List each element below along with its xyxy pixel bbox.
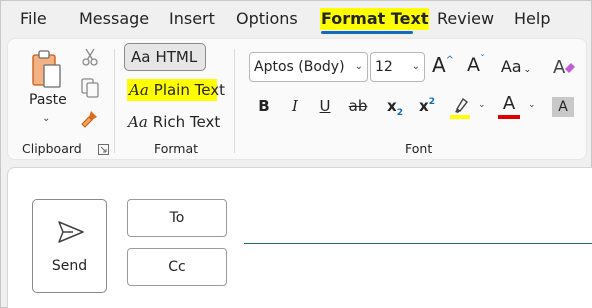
- send-icon: [58, 221, 84, 243]
- ribbon: Paste ⌄ Clipboard Aa HTML Aa Plain Text …: [7, 38, 587, 160]
- cut-icon[interactable]: [81, 47, 99, 67]
- format-rich-text-button[interactable]: Aa Rich Text: [128, 111, 220, 133]
- font-size-dropdown[interactable]: 12 ⌄: [370, 52, 425, 82]
- chevron-down-icon: ⌄: [411, 61, 420, 72]
- clipboard-group-label: Clipboard: [22, 141, 82, 156]
- font-color-icon: A: [502, 93, 516, 114]
- grow-font-button[interactable]: A^: [431, 55, 455, 80]
- chevron-down-icon[interactable]: ⌄: [478, 100, 486, 110]
- copy-icon[interactable]: [80, 77, 100, 99]
- shrink-font-icon: A: [467, 54, 480, 76]
- chevron-down-icon: ⌄: [354, 61, 363, 72]
- font-family-value: Aptos (Body): [254, 59, 345, 75]
- superscript-button[interactable]: x2: [416, 96, 438, 119]
- superscript-icon: x: [419, 97, 429, 115]
- change-case-icon: Aa: [500, 57, 522, 76]
- strikethrough-button[interactable]: ab: [346, 96, 370, 116]
- paste-label: Paste: [29, 92, 67, 108]
- clear-formatting-icon[interactable]: A: [552, 55, 576, 79]
- tab-file[interactable]: File: [20, 8, 47, 30]
- tab-message[interactable]: Message: [79, 8, 149, 30]
- font-color-swatch: [498, 115, 520, 119]
- caret-up-icon: ^: [445, 55, 455, 66]
- caret-down-icon: ˇ: [480, 54, 485, 65]
- underline-button[interactable]: U: [316, 96, 334, 116]
- chevron-down-icon: ⌄: [42, 113, 51, 124]
- svg-text:A: A: [553, 57, 566, 78]
- superscript-mark: 2: [428, 97, 435, 107]
- aa-icon: Aa: [128, 113, 148, 131]
- aa-icon: Aa: [131, 48, 151, 66]
- to-field-underline[interactable]: [244, 243, 592, 244]
- group-separator: [234, 49, 235, 153]
- send-button[interactable]: Send: [32, 199, 107, 293]
- format-painter-icon[interactable]: [80, 109, 100, 129]
- tab-review[interactable]: Review: [437, 8, 494, 30]
- bold-button[interactable]: B: [255, 96, 273, 116]
- subscript-button[interactable]: x2: [384, 96, 406, 119]
- tab-insert[interactable]: Insert: [169, 8, 215, 30]
- change-case-button[interactable]: Aa ⌄: [498, 57, 534, 80]
- chevron-down-icon[interactable]: ⌄: [528, 100, 536, 110]
- dialog-launcher-icon[interactable]: [98, 144, 109, 155]
- shading-icon: A: [558, 99, 568, 115]
- subscript-icon: x: [387, 97, 397, 115]
- highlight-pen-icon[interactable]: [448, 95, 472, 119]
- tab-help[interactable]: Help: [514, 8, 550, 30]
- italic-button[interactable]: I: [286, 96, 304, 116]
- to-button[interactable]: To: [127, 199, 227, 237]
- tab-options[interactable]: Options: [236, 8, 298, 30]
- ribbon-tabs: File Message Insert Options Format Text …: [1, 1, 591, 37]
- chevron-down-icon: ⌄: [523, 65, 532, 75]
- highlight-swatch: [450, 115, 470, 119]
- subscript-mark: 2: [396, 108, 403, 118]
- font-color-button[interactable]: A: [498, 94, 520, 114]
- tab-format-text[interactable]: Format Text: [320, 8, 430, 30]
- send-label: Send: [51, 258, 88, 274]
- font-family-dropdown[interactable]: Aptos (Body) ⌄: [249, 52, 368, 82]
- format-plain-text-label: Plain Text: [153, 81, 225, 99]
- clipboard-icon: [32, 50, 61, 88]
- compose-pane: Send To Cc: [7, 167, 592, 308]
- aa-icon: Aa: [129, 81, 149, 99]
- grow-font-icon: A: [431, 53, 446, 77]
- shading-button[interactable]: A: [552, 97, 574, 117]
- shrink-font-button[interactable]: Aˇ: [464, 54, 488, 79]
- format-plain-text-button[interactable]: Aa Plain Text: [127, 79, 225, 101]
- format-html-button[interactable]: Aa HTML: [124, 43, 206, 71]
- cc-button[interactable]: Cc: [127, 248, 227, 286]
- format-rich-text-label: Rich Text: [152, 113, 221, 131]
- format-html-label: HTML: [155, 48, 198, 66]
- group-separator: [114, 49, 115, 153]
- app-window: File Message Insert Options Format Text …: [0, 0, 592, 308]
- font-size-value: 12: [375, 59, 393, 75]
- font-group-label: Font: [405, 141, 433, 156]
- format-group-label: Format: [154, 141, 199, 156]
- paste-button[interactable]: Paste ⌄: [22, 45, 70, 127]
- active-tab-indicator: [321, 31, 413, 34]
